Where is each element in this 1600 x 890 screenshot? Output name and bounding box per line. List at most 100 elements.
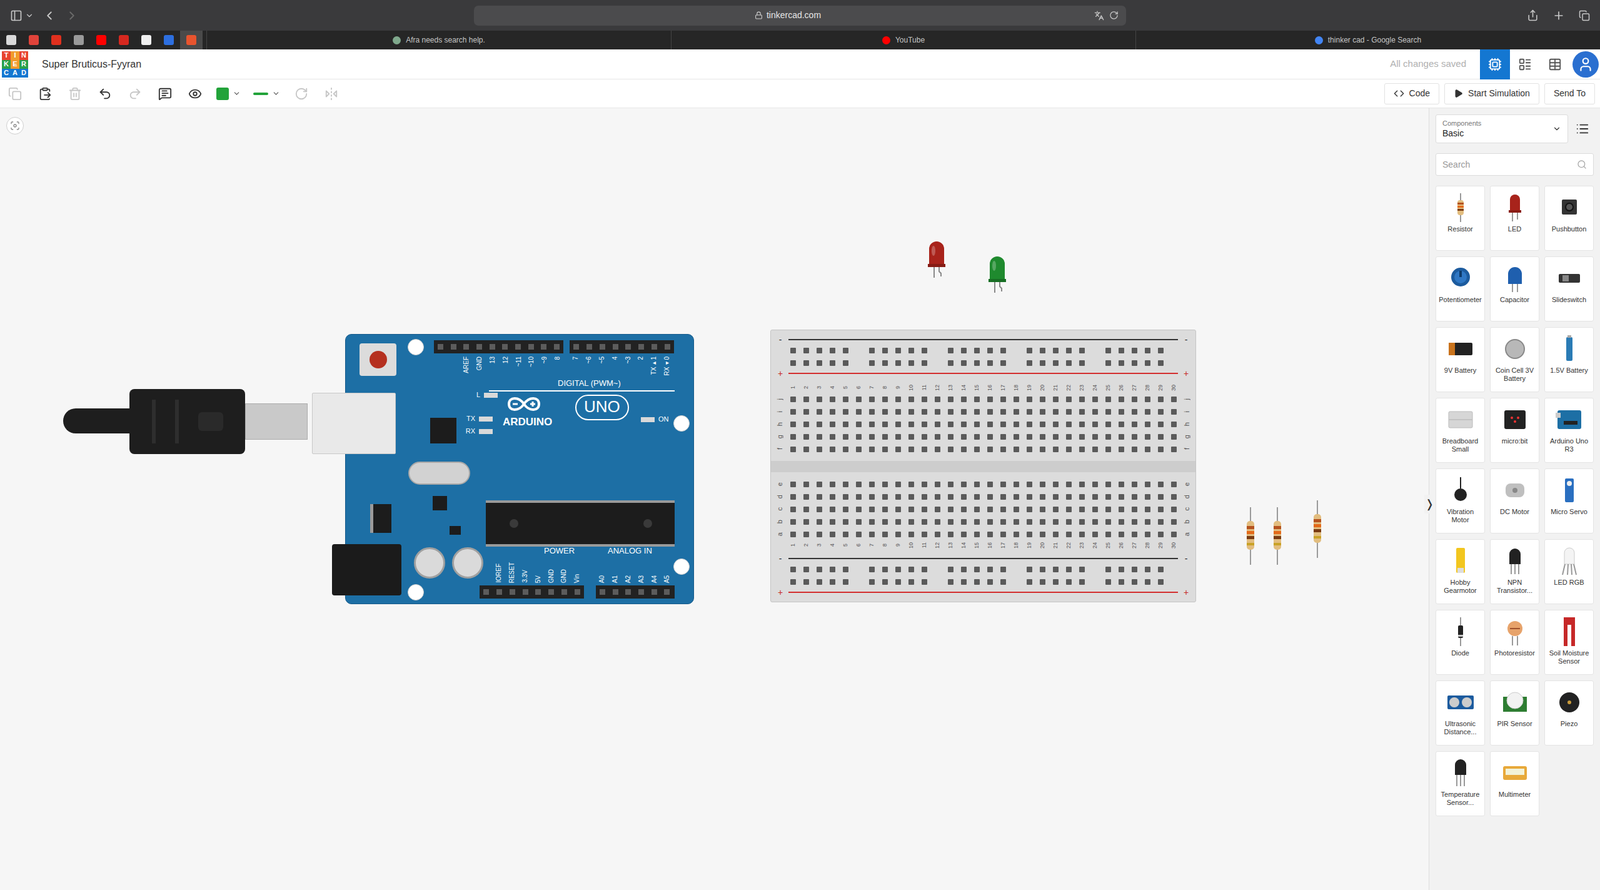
header-pin[interactable] <box>638 343 645 350</box>
breadboard-hole[interactable] <box>934 481 941 488</box>
breadboard-hole[interactable] <box>855 518 862 525</box>
breadboard-hole[interactable] <box>1157 408 1164 415</box>
breadboard-hole[interactable] <box>921 396 928 403</box>
component-item[interactable]: Resistor <box>1435 185 1485 251</box>
breadboard-hole[interactable] <box>882 481 888 488</box>
breadboard-hole[interactable] <box>1039 518 1046 525</box>
breadboard-hole[interactable] <box>1144 531 1151 538</box>
breadboard-hole[interactable] <box>790 518 796 525</box>
breadboard-hole[interactable] <box>882 396 888 403</box>
breadboard-hole[interactable] <box>974 481 980 488</box>
breadboard-hole[interactable] <box>908 347 915 354</box>
breadboard-hole[interactable] <box>855 493 862 500</box>
breadboard-hole[interactable] <box>803 360 810 366</box>
notes-button[interactable] <box>150 81 181 107</box>
breadboard-hole[interactable] <box>869 421 875 428</box>
breadboard-hole[interactable] <box>1092 421 1098 428</box>
breadboard-hole[interactable] <box>1026 421 1033 428</box>
breadboard-hole[interactable] <box>961 493 967 500</box>
breadboard-hole[interactable] <box>961 531 967 538</box>
breadboard-hole[interactable] <box>1105 347 1112 354</box>
breadboard-hole[interactable] <box>1039 433 1046 440</box>
breadboard-hole[interactable] <box>1157 396 1164 403</box>
breadboard-hole[interactable] <box>803 421 810 428</box>
breadboard-hole[interactable] <box>947 493 954 500</box>
breadboard-hole[interactable] <box>803 531 810 538</box>
breadboard-hole[interactable] <box>1157 566 1164 573</box>
resistor-part[interactable] <box>1272 507 1283 565</box>
breadboard-hole[interactable] <box>790 578 796 585</box>
breadboard-hole[interactable] <box>1039 481 1046 488</box>
breadboard-hole[interactable] <box>829 493 836 500</box>
breadboard-hole[interactable] <box>1118 493 1125 500</box>
breadboard-hole[interactable] <box>790 408 796 415</box>
breadboard-hole[interactable] <box>908 493 915 500</box>
breadboard-hole[interactable] <box>921 531 928 538</box>
breadboard-hole[interactable] <box>987 493 993 500</box>
breadboard-hole[interactable] <box>1131 566 1138 573</box>
breadboard-hole[interactable] <box>855 421 862 428</box>
breadboard-hole[interactable] <box>947 578 954 585</box>
breadboard-hole[interactable] <box>1066 396 1072 403</box>
component-item[interactable]: LED <box>1489 185 1540 251</box>
header-pin[interactable] <box>599 343 606 350</box>
resistor-part[interactable] <box>1245 507 1256 565</box>
breadboard-hole[interactable] <box>803 518 810 525</box>
breadboard-hole[interactable] <box>1118 408 1125 415</box>
breadboard-hole[interactable] <box>947 408 954 415</box>
breadboard-hole[interactable] <box>869 566 875 573</box>
breadboard-hole[interactable] <box>803 433 810 440</box>
breadboard-hole[interactable] <box>842 518 849 525</box>
breadboard-hole[interactable] <box>1171 506 1177 513</box>
component-item[interactable]: Vibration Motor <box>1435 468 1485 534</box>
breadboard-hole[interactable] <box>987 360 993 366</box>
breadboard-hole[interactable] <box>1157 481 1164 488</box>
breadboard-hole[interactable] <box>1000 493 1007 500</box>
breadboard-hole[interactable] <box>869 493 875 500</box>
breadboard-hole[interactable] <box>1000 578 1007 585</box>
breadboard-hole[interactable] <box>1026 433 1033 440</box>
breadboard-hole[interactable] <box>829 396 836 403</box>
breadboard-hole[interactable] <box>829 408 836 415</box>
component-item[interactable]: Diode <box>1435 609 1485 675</box>
breadboard-hole[interactable] <box>1013 408 1020 415</box>
component-item[interactable]: Breadboard Small <box>1435 397 1485 463</box>
breadboard-hole[interactable] <box>1105 566 1112 573</box>
component-item[interactable]: Multimeter <box>1489 750 1540 816</box>
breadboard-hole[interactable] <box>869 360 875 366</box>
breadboard-hole[interactable] <box>987 518 993 525</box>
breadboard-hole[interactable] <box>1013 446 1020 453</box>
breadboard-hole[interactable] <box>974 421 980 428</box>
breadboard-hole[interactable] <box>1105 493 1112 500</box>
breadboard-hole[interactable] <box>961 506 967 513</box>
breadboard-hole[interactable] <box>1066 518 1072 525</box>
breadboard-hole[interactable] <box>974 446 980 453</box>
breadboard-hole[interactable] <box>842 347 849 354</box>
breadboard-hole[interactable] <box>1118 518 1125 525</box>
breadboard-hole[interactable] <box>921 347 928 354</box>
breadboard-hole[interactable] <box>1052 347 1059 354</box>
led-part[interactable] <box>987 255 1007 294</box>
breadboard-hole[interactable] <box>1066 347 1072 354</box>
breadboard-hole[interactable] <box>1000 421 1007 428</box>
breadboard-hole[interactable] <box>934 408 941 415</box>
pinned-tab[interactable] <box>0 30 23 50</box>
breadboard-hole[interactable] <box>1066 408 1072 415</box>
browser-tab[interactable]: YouTube <box>670 30 1136 50</box>
breadboard-hole[interactable] <box>987 578 993 585</box>
header-pin[interactable] <box>599 588 606 595</box>
breadboard-hole[interactable] <box>1000 566 1007 573</box>
header-pin[interactable] <box>612 343 619 350</box>
breadboard-hole[interactable] <box>1171 446 1177 453</box>
breadboard-hole[interactable] <box>842 396 849 403</box>
breadboard-hole[interactable] <box>895 531 901 538</box>
breadboard-hole[interactable] <box>987 531 993 538</box>
breadboard-hole[interactable] <box>816 421 823 428</box>
breadboard-hole[interactable] <box>1157 360 1164 366</box>
forward-icon[interactable] <box>65 8 79 23</box>
breadboard-hole[interactable] <box>1039 531 1046 538</box>
breadboard-hole[interactable] <box>1131 360 1138 366</box>
breadboard-hole[interactable] <box>1144 408 1151 415</box>
view-button[interactable] <box>1539 49 1570 80</box>
start-simulation-button[interactable]: Start Simulation <box>1444 83 1540 105</box>
